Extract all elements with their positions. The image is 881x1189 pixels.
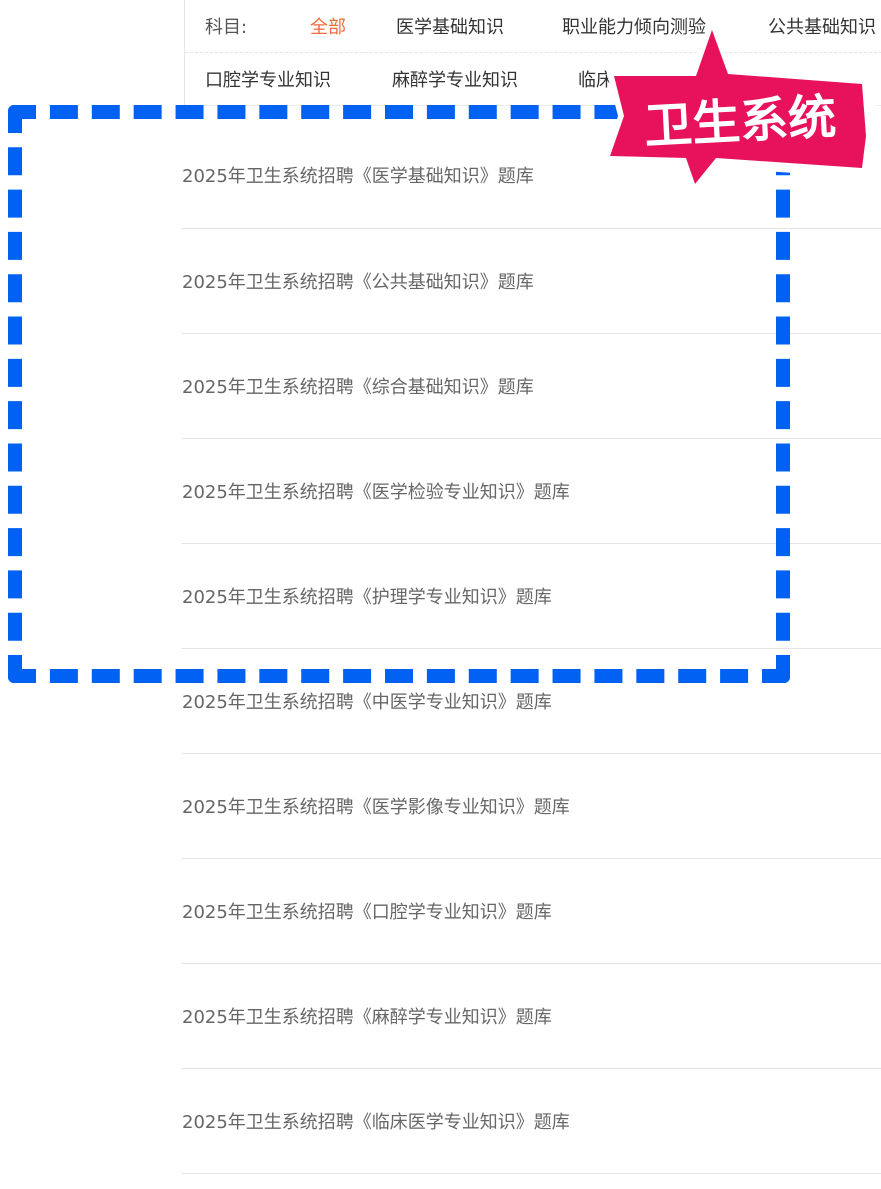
filter-chip-clinical[interactable]: 临床医学专业知识 [578, 66, 722, 92]
list-item-title[interactable]: 2025年卫生系统招聘《医学影像专业知识》题库 [182, 793, 570, 819]
list-item-title[interactable]: 2025年卫生系统招聘《公共基础知识》题库 [182, 268, 534, 294]
filter-chip-public-basics[interactable]: 公共基础知识 [768, 13, 876, 39]
list-item[interactable]: 2025年卫生系统招聘《公共基础知识》题库 [182, 229, 881, 334]
filter-chip-all[interactable]: 全部 [310, 13, 346, 39]
filter-chip-anesthesia[interactable]: 麻醉学专业知识 [392, 66, 518, 92]
filter-chip-dental[interactable]: 口腔学专业知识 [205, 66, 331, 92]
subject-filter-panel: 科目: 全部 医学基础知识 职业能力倾向测验 公共基础知识 口腔学专业知识 麻醉… [184, 0, 881, 107]
list-item-title[interactable]: 2025年卫生系统招聘《综合基础知识》题库 [182, 373, 534, 399]
list-item[interactable]: 2025年卫生系统招聘《临床医学专业知识》题库 [182, 1069, 881, 1174]
filter-row-2: 口腔学专业知识 麻醉学专业知识 临床医学专业知识 [185, 53, 881, 106]
list-item-title[interactable]: 2025年卫生系统招聘《护理学专业知识》题库 [182, 583, 552, 609]
list-item[interactable]: 2025年卫生系统招聘《护理学专业知识》题库 [182, 544, 881, 649]
filter-label: 科目: [205, 17, 248, 38]
list-item[interactable]: 2025年卫生系统招聘《口腔学专业知识》题库 [182, 859, 881, 964]
filter-chip-medical-basics[interactable]: 医学基础知识 [396, 13, 504, 39]
list-item-title[interactable]: 2025年卫生系统招聘《医学检验专业知识》题库 [182, 478, 570, 504]
list-item-title[interactable]: 2025年卫生系统招聘《医学基础知识》题库 [182, 162, 534, 188]
list-item[interactable]: 2025年卫生系统招聘《中医学专业知识》题库 [182, 649, 881, 754]
list-item[interactable]: 2025年卫生系统招聘《医学检验专业知识》题库 [182, 439, 881, 544]
list-item[interactable]: 2025年卫生系统招聘《医学影像专业知识》题库 [182, 754, 881, 859]
list-item-title[interactable]: 2025年卫生系统招聘《口腔学专业知识》题库 [182, 898, 552, 924]
list-item-title[interactable]: 2025年卫生系统招聘《麻醉学专业知识》题库 [182, 1003, 552, 1029]
filter-chip-aptitude-test[interactable]: 职业能力倾向测验 [562, 13, 706, 39]
question-bank-list: 2025年卫生系统招聘《医学基础知识》题库 2025年卫生系统招聘《公共基础知识… [182, 122, 881, 1174]
filter-row-1: 科目: 全部 医学基础知识 职业能力倾向测验 公共基础知识 [185, 0, 881, 53]
list-item[interactable]: 2025年卫生系统招聘《医学基础知识》题库 [182, 122, 881, 229]
list-item-title[interactable]: 2025年卫生系统招聘《中医学专业知识》题库 [182, 688, 552, 714]
list-item[interactable]: 2025年卫生系统招聘《综合基础知识》题库 [182, 334, 881, 439]
list-item-title[interactable]: 2025年卫生系统招聘《临床医学专业知识》题库 [182, 1108, 570, 1134]
list-item[interactable]: 2025年卫生系统招聘《麻醉学专业知识》题库 [182, 964, 881, 1069]
